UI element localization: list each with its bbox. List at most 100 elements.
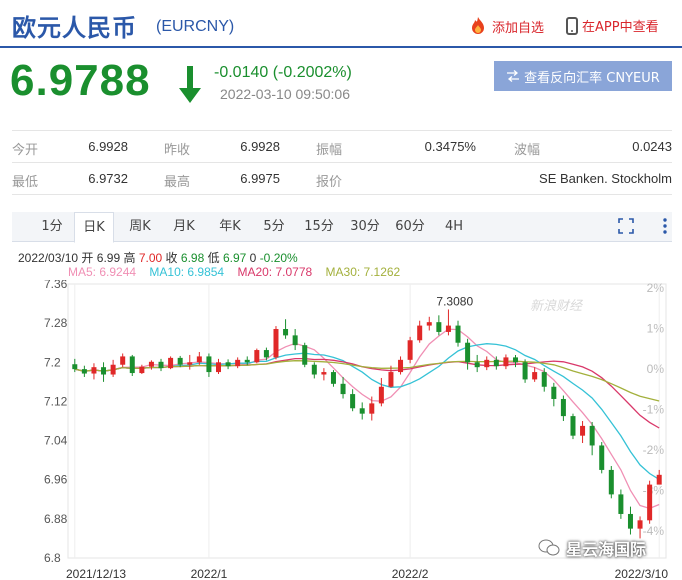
stats-row: 今开 6.9928 昨收 6.9928 振幅 0.3475% 波幅 0.0243 <box>12 131 672 163</box>
candle-body <box>283 329 289 336</box>
candle-body <box>369 403 375 414</box>
stats-row: 最低 6.9732 最高 6.9975 报价 SE Banken. Stockh… <box>12 163 672 195</box>
candle-body <box>570 416 576 436</box>
swap-icon <box>507 70 520 82</box>
candle-body <box>311 364 317 375</box>
stat-label: 最低 <box>12 175 39 190</box>
candle-body <box>244 359 250 363</box>
period-tabs: 1分 日K 周K 月K 年K 5分 15分 30分 60分 4H <box>12 212 672 243</box>
candle-body <box>407 340 413 360</box>
x-tick-label: 2022/3/10 <box>615 567 669 580</box>
candle-body <box>359 408 365 414</box>
fullscreen-icon[interactable] <box>618 218 634 234</box>
candle-body <box>263 350 269 358</box>
tab-5min[interactable]: 5分 <box>254 212 294 242</box>
tab-1min[interactable]: 1分 <box>32 212 72 242</box>
x-tick-label: 2022/2 <box>392 567 429 580</box>
add-watchlist-label: 添加自选 <box>492 20 545 36</box>
stat-label: 报价 <box>316 175 343 190</box>
tab-monthly[interactable]: 月K <box>164 212 204 242</box>
page-title: 欧元人民币 <box>12 14 137 42</box>
candle-body <box>445 325 451 332</box>
candle-body <box>637 520 643 529</box>
more-icon[interactable] <box>662 217 668 235</box>
candle-body <box>484 359 490 368</box>
down-arrow-icon <box>179 66 201 103</box>
tab-30min[interactable]: 30分 <box>345 212 385 242</box>
y-tick-label: 7.12 <box>44 394 68 408</box>
candle-body <box>292 335 298 346</box>
candle-body <box>148 361 154 367</box>
candle-body <box>417 325 423 341</box>
candle-body <box>465 342 471 363</box>
candle-body <box>599 445 605 470</box>
candle-body <box>589 425 595 446</box>
ohlc-high: 7.00 <box>138 251 163 265</box>
tab-60min[interactable]: 60分 <box>390 212 430 242</box>
y-right-tick-label: -1% <box>643 403 665 417</box>
stat-label: 今开 <box>12 143 39 158</box>
stat-value: 6.9732 <box>88 171 128 186</box>
price-change: -0.0140 (-0.2002%) <box>214 64 352 81</box>
add-watchlist-button[interactable]: 添加自选 <box>468 16 544 36</box>
candle-body <box>158 361 164 369</box>
candle-body <box>378 386 384 404</box>
ma-legend: MA5: 6.9244 MA10: 6.9854 MA20: 7.0778 MA… <box>68 265 410 279</box>
y-tick-label: 7.2 <box>44 355 61 369</box>
candle-body <box>340 383 346 395</box>
candle-body <box>350 394 356 409</box>
stat-value-source: SE Banken. Stockholm <box>539 171 672 186</box>
sina-logo-watermark: 新浪财经 <box>530 298 584 314</box>
stat-label: 波幅 <box>514 143 541 158</box>
y-tick-label: 6.88 <box>44 512 68 526</box>
candle-body <box>426 322 432 326</box>
candle-body <box>551 386 557 399</box>
y-tick-label: 7.28 <box>44 316 68 330</box>
ohlc-high-label: 高 <box>123 251 136 265</box>
candlestick-chart[interactable]: 7.36 7.28 7.2 7.12 7.04 6.96 6.88 6.8 2% 1% 0% -1% -… <box>0 280 682 580</box>
candle-body <box>330 372 336 384</box>
tab-4h[interactable]: 4H <box>434 212 474 242</box>
tab-yearly[interactable]: 年K <box>210 212 250 242</box>
tab-daily[interactable]: 日K <box>74 212 114 243</box>
open-in-app-label: 在APP中查看 <box>582 20 659 35</box>
candle-body <box>321 372 327 375</box>
ohlc-date: 2022/03/10 <box>18 251 79 265</box>
candle-body <box>254 350 260 363</box>
stat-label: 最高 <box>164 175 191 190</box>
stat-label: 振幅 <box>316 143 343 158</box>
candle-body <box>656 474 662 485</box>
tab-15min[interactable]: 15分 <box>299 212 339 242</box>
candle-body <box>177 357 183 365</box>
y-right-tick-label: -3% <box>643 484 665 498</box>
current-price: 6.9788 <box>10 56 151 105</box>
phone-icon <box>566 16 578 35</box>
tab-weekly[interactable]: 周K <box>120 212 160 242</box>
ohlc-low: 6.97 <box>222 251 247 265</box>
ma5-legend: MA5: 6.9244 <box>68 265 137 279</box>
stat-value: 0.3475% <box>424 139 476 154</box>
y-tick-label: 6.96 <box>44 473 68 487</box>
y-right-tick-label: 0% <box>647 362 665 376</box>
ohlc-volume: 0 <box>249 251 257 265</box>
candle-body <box>101 367 107 375</box>
ohlc-open: 6.99 <box>96 251 121 265</box>
candle-body <box>388 372 394 387</box>
ma30-legend: MA30: 7.1262 <box>325 265 401 279</box>
quote-time: 2022-03-10 09:50:06 <box>220 86 350 102</box>
open-in-app-button[interactable]: 在APP中查看 <box>566 16 659 35</box>
candle-body <box>302 345 308 365</box>
reverse-rate-button[interactable]: 查看反向汇率 CNYEUR <box>494 61 672 91</box>
ohlc-close: 6.98 <box>180 251 205 265</box>
candle-body <box>225 362 231 367</box>
stat-label: 昨收 <box>164 143 191 158</box>
candle-body <box>580 425 586 436</box>
ma20-legend: MA20: 7.0778 <box>237 265 313 279</box>
candle-body <box>120 356 126 365</box>
ohlc-pct: -0.20% <box>259 251 298 265</box>
candle-body <box>493 359 499 367</box>
candle-body <box>216 362 221 373</box>
plot-frame <box>67 283 667 559</box>
y-tick-label: 7.04 <box>44 434 68 448</box>
flame-icon <box>472 17 484 34</box>
